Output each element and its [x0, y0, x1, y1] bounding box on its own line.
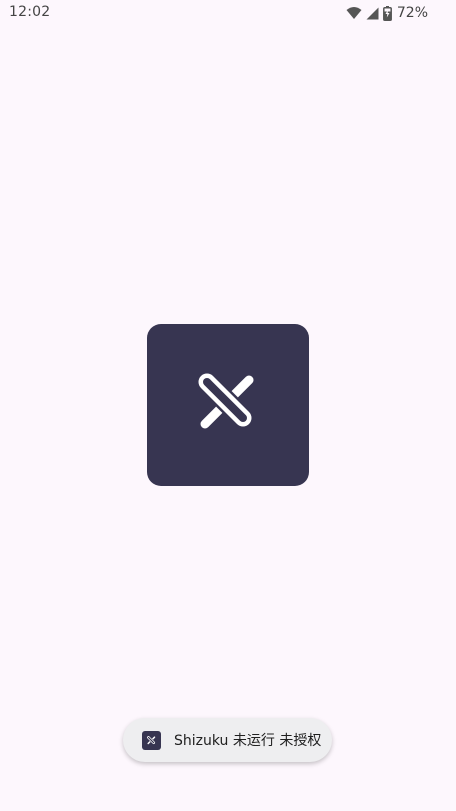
battery-percentage: 72% — [396, 5, 428, 21]
toast-message: Shizuku 未运行 未授权 — [174, 733, 322, 749]
battery-charging-icon — [382, 5, 392, 21]
shizuku-logo-icon — [142, 730, 161, 750]
shizuku-splash-logo — [147, 324, 309, 486]
wifi-icon — [346, 6, 362, 20]
status-icons: 72% — [346, 4, 428, 22]
status-toast: Shizuku 未运行 未授权 — [123, 718, 332, 762]
status-time: 12:02 — [9, 4, 51, 20]
shizuku-logo-icon — [183, 358, 273, 452]
cellular-signal-icon — [366, 7, 379, 20]
status-bar: 12:02 72% — [0, 0, 456, 26]
